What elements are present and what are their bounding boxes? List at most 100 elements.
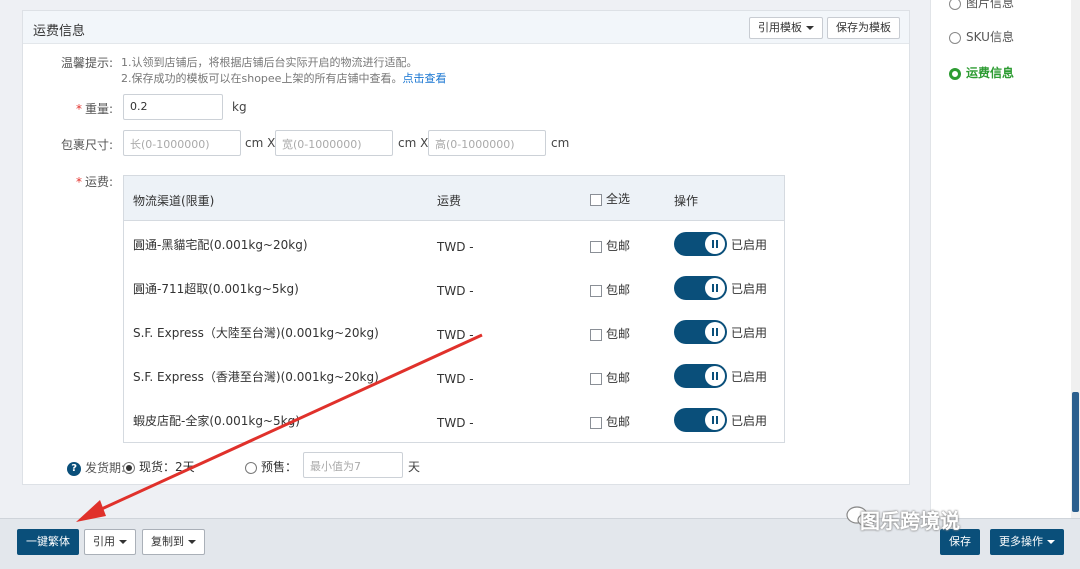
scrollbar-thumb[interactable]	[1072, 392, 1079, 512]
enable-toggle[interactable]	[674, 408, 727, 432]
free-shipping-checkbox[interactable]	[590, 284, 602, 297]
chevron-down-icon	[188, 540, 196, 544]
fee-value: TWD -	[437, 328, 474, 342]
copy-to-label: 复制到	[151, 535, 184, 548]
toggle-knob	[705, 322, 725, 342]
nav-item-label: 运费信息	[966, 66, 1015, 80]
width-input[interactable]: 宽(0-1000000)	[275, 130, 393, 156]
nav-item-images[interactable]: 图片信息	[949, 0, 1014, 11]
shipping-label: * 运费:	[43, 173, 113, 190]
chevron-down-icon	[1047, 540, 1055, 544]
nav-dot	[949, 0, 961, 10]
ref-template-label: 引用模板	[758, 21, 802, 34]
copy-to-button[interactable]: 复制到	[142, 529, 205, 555]
channel-name: 圓通-711超取(0.001kg~5kg)	[133, 282, 299, 296]
presale-radio[interactable]	[245, 461, 257, 474]
weight-unit: kg	[232, 100, 247, 114]
free-shipping[interactable]: 包邮	[590, 413, 630, 430]
required-mark: *	[75, 175, 82, 189]
status-label: 已启用	[731, 414, 768, 428]
main-area: 运费信息 引用模板 保存为模板 温馨提示: 1.认领到店铺后，将根据店铺后台实际…	[0, 0, 930, 569]
enable-toggle[interactable]	[674, 276, 727, 300]
chevron-down-icon	[119, 540, 127, 544]
chevron-down-icon	[806, 26, 814, 30]
enable-toggle[interactable]	[674, 364, 727, 388]
card-header: 运费信息 引用模板 保存为模板	[23, 11, 909, 44]
status-label: 已启用	[731, 282, 768, 296]
in-stock-option[interactable]: 现货：2天	[123, 458, 195, 475]
enable-toggle[interactable]	[674, 232, 727, 256]
enable-toggle[interactable]	[674, 320, 727, 344]
toggle-knob	[705, 278, 725, 298]
toggle-knob	[705, 366, 725, 386]
tip-line-2: 2.保存成功的模板可以在shopee上架的所有店铺中查看。点击查看	[121, 70, 446, 86]
table-row: S.F. Express（香港至台灣)(0.001kg~20kg) TWD - …	[124, 354, 784, 398]
width-unit: cm X	[398, 136, 429, 150]
more-actions-label: 更多操作	[999, 535, 1043, 548]
scrollbar[interactable]	[1071, 0, 1080, 518]
presale-days-input[interactable]: 最小值为7	[303, 452, 403, 478]
one-click-traditional-button[interactable]: 一键繁体	[17, 529, 79, 555]
height-unit: cm	[551, 136, 570, 150]
tips-label: 温馨提示:	[60, 56, 113, 70]
shipping-table: 物流渠道(限重) 运费 全选 操作 圓通-黑貓宅配(0.001kg~20kg) …	[123, 175, 785, 443]
free-shipping-checkbox[interactable]	[590, 240, 602, 253]
fee-value: TWD -	[437, 416, 474, 430]
watermark-text: 图乐跨境说	[860, 509, 960, 533]
status-label: 已启用	[731, 238, 768, 252]
free-shipping[interactable]: 包邮	[590, 237, 630, 254]
length-input[interactable]: 长(0-1000000)	[123, 130, 241, 156]
more-actions-button[interactable]: 更多操作	[990, 529, 1064, 555]
section-title: 运费信息	[33, 24, 86, 39]
toggle-knob	[705, 410, 725, 430]
fee-value: TWD -	[437, 284, 474, 298]
free-shipping-label: 包邮	[606, 239, 631, 253]
select-all-checkbox[interactable]	[590, 193, 602, 206]
action-header: 操作	[674, 194, 699, 208]
free-shipping[interactable]: 包邮	[590, 281, 630, 298]
view-link[interactable]: 点击查看	[402, 72, 446, 85]
quote-button[interactable]: 引用	[84, 529, 136, 555]
free-shipping[interactable]: 包邮	[590, 369, 630, 386]
table-header: 物流渠道(限重) 运费 全选 操作	[124, 176, 784, 221]
select-all[interactable]: 全选	[590, 190, 630, 207]
channel-name: 蝦皮店配-全家(0.001kg~5kg)	[133, 414, 300, 428]
free-shipping-label: 包邮	[606, 415, 631, 429]
weight-input[interactable]: 0.2	[123, 94, 223, 120]
table-row: 蝦皮店配-全家(0.001kg~5kg) TWD - 包邮 已启用	[124, 398, 784, 442]
nav-item-label: 图片信息	[966, 0, 1015, 10]
in-stock-radio[interactable]	[123, 461, 135, 474]
ship-period-label: ? 发货期:	[43, 459, 125, 476]
save-template-button[interactable]: 保存为模板	[827, 17, 900, 39]
free-shipping-label: 包邮	[606, 371, 631, 385]
presale-label: 预售：	[261, 460, 298, 474]
channel-name: 圓通-黑貓宅配(0.001kg~20kg)	[133, 238, 308, 252]
free-shipping-label: 包邮	[606, 283, 631, 297]
free-shipping-checkbox[interactable]	[590, 372, 602, 385]
weight-label-text: 重量:	[84, 102, 113, 116]
status-label: 已启用	[731, 326, 768, 340]
ship-period-label-text: 发货期:	[84, 461, 125, 475]
table-row: S.F. Express（大陸至台灣)(0.001kg~20kg) TWD - …	[124, 310, 784, 354]
quote-label: 引用	[93, 535, 115, 548]
days-unit: 天	[408, 460, 421, 474]
nav-item-label: SKU信息	[966, 30, 1014, 44]
nav-item-shipping[interactable]: 运费信息	[949, 64, 1014, 81]
free-shipping-checkbox[interactable]	[590, 416, 602, 429]
free-shipping-label: 包邮	[606, 327, 631, 341]
weight-label: * 重量:	[43, 100, 113, 117]
required-mark: *	[75, 102, 82, 116]
toggle-knob	[705, 234, 725, 254]
length-unit: cm X	[245, 136, 276, 150]
height-input[interactable]: 高(0-1000000)	[428, 130, 546, 156]
shipping-label-text: 运费:	[84, 175, 113, 189]
nav-item-sku[interactable]: SKU信息	[949, 28, 1014, 45]
fee-value: TWD -	[437, 372, 474, 386]
tip-line-2-text: 2.保存成功的模板可以在shopee上架的所有店铺中查看。	[121, 72, 403, 85]
presale-option[interactable]: 预售：	[245, 458, 297, 475]
help-icon[interactable]: ?	[67, 461, 82, 476]
ref-template-button[interactable]: 引用模板	[749, 17, 823, 39]
tip-line-1: 1.认领到店铺后，将根据店铺后台实际开启的物流进行适配。	[121, 56, 418, 69]
free-shipping-checkbox[interactable]	[590, 328, 602, 341]
free-shipping[interactable]: 包邮	[590, 325, 630, 342]
